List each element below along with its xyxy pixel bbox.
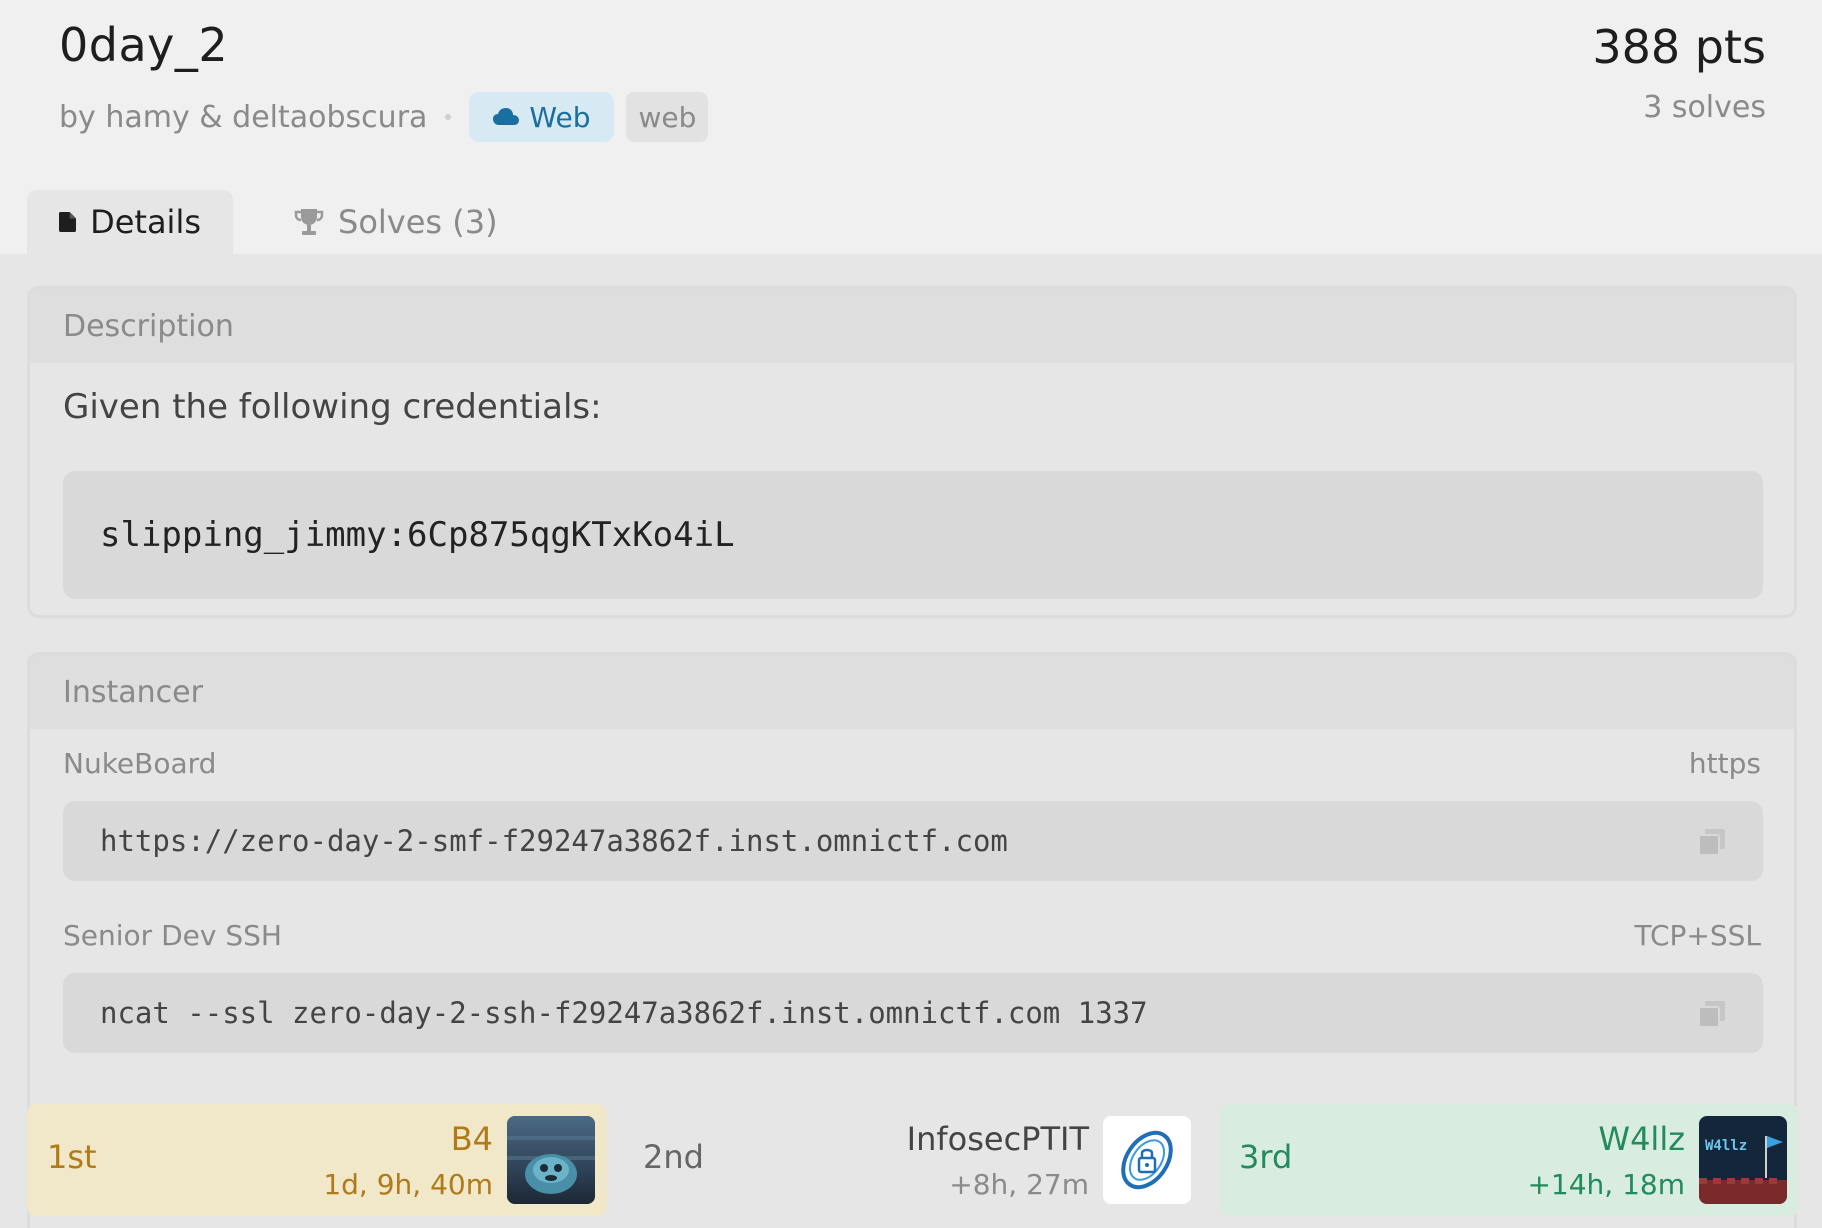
description-panel: Description Given the following credenti…	[27, 286, 1797, 618]
team-avatar-infosecptit	[1103, 1116, 1191, 1204]
team-avatar-w4llz: W4llz	[1699, 1116, 1787, 1204]
document-icon	[59, 212, 77, 232]
tab-details-label: Details	[90, 203, 201, 241]
copy-icon[interactable]	[1697, 999, 1727, 1029]
challenge-title: 0day_2	[59, 18, 229, 72]
credentials-code-block[interactable]: slipping_jimmy:6Cp875qgKTxKo4iL	[63, 471, 1763, 599]
tab-details[interactable]: Details	[27, 190, 233, 254]
cloud-icon	[493, 108, 520, 125]
solver-time: 1d, 9h, 40m	[323, 1168, 493, 1201]
copy-icon[interactable]	[1697, 827, 1727, 857]
solver-card-third[interactable]: 3rd W4llz +14h, 18m W4llz	[1219, 1104, 1799, 1216]
solver-team-name: B4	[450, 1120, 493, 1158]
solver-card-first[interactable]: 1st B4 1d, 9h, 40m	[27, 1104, 607, 1216]
svg-text:W4llz: W4llz	[1705, 1138, 1747, 1154]
service-command-ssh[interactable]: ncat --ssl zero-day-2-ssh-f29247a3862f.i…	[63, 973, 1763, 1053]
challenge-tag[interactable]: web	[626, 92, 709, 142]
solver-rank: 1st	[47, 1138, 97, 1176]
team-avatar-b4	[507, 1116, 595, 1204]
challenge-meta: by hamy & deltaobscura Web web	[59, 92, 709, 142]
challenge-content: Description Given the following credenti…	[0, 254, 1822, 1228]
solver-card-second[interactable]: 2nd InfosecPTIT +8h, 27m	[623, 1104, 1203, 1216]
trophy-icon	[294, 209, 324, 235]
solver-team-name: W4llz	[1598, 1120, 1685, 1158]
service-protocol-nukeboard: https	[1688, 747, 1761, 780]
tab-solves-label: Solves (3)	[338, 203, 498, 241]
instancer-heading: Instancer	[30, 655, 1794, 729]
challenge-page: 0day_2 by hamy & deltaobscura Web web 38…	[0, 0, 1822, 1228]
service-url-nukeboard[interactable]: https://zero-day-2-smf-f29247a3862f.inst…	[63, 801, 1763, 881]
service-name-nukeboard: NukeBoard	[63, 747, 217, 780]
description-text: Given the following credentials:	[63, 387, 602, 427]
solver-rank: 3rd	[1239, 1138, 1293, 1176]
description-heading: Description	[30, 289, 1794, 363]
challenge-points: 388 pts	[1592, 20, 1766, 74]
service-name-ssh: Senior Dev SSH	[63, 919, 282, 952]
service-value-nukeboard: https://zero-day-2-smf-f29247a3862f.inst…	[100, 824, 1008, 858]
challenge-header: 0day_2 by hamy & deltaobscura Web web 38…	[0, 0, 1822, 254]
category-label: Web	[529, 100, 591, 134]
solver-time: +14h, 18m	[1527, 1168, 1685, 1201]
challenge-solves-count: 3 solves	[1643, 90, 1766, 125]
challenge-authors: by hamy & deltaobscura	[59, 99, 428, 135]
tab-solves[interactable]: Solves (3)	[262, 190, 530, 254]
solver-rank: 2nd	[643, 1138, 704, 1176]
service-value-ssh: ncat --ssl zero-day-2-ssh-f29247a3862f.i…	[100, 996, 1148, 1030]
meta-separator	[445, 114, 452, 120]
service-protocol-ssh: TCP+SSL	[1634, 919, 1761, 952]
category-tag[interactable]: Web	[469, 92, 615, 142]
solver-time: +8h, 27m	[949, 1168, 1089, 1201]
solver-team-name: InfosecPTIT	[906, 1120, 1089, 1158]
